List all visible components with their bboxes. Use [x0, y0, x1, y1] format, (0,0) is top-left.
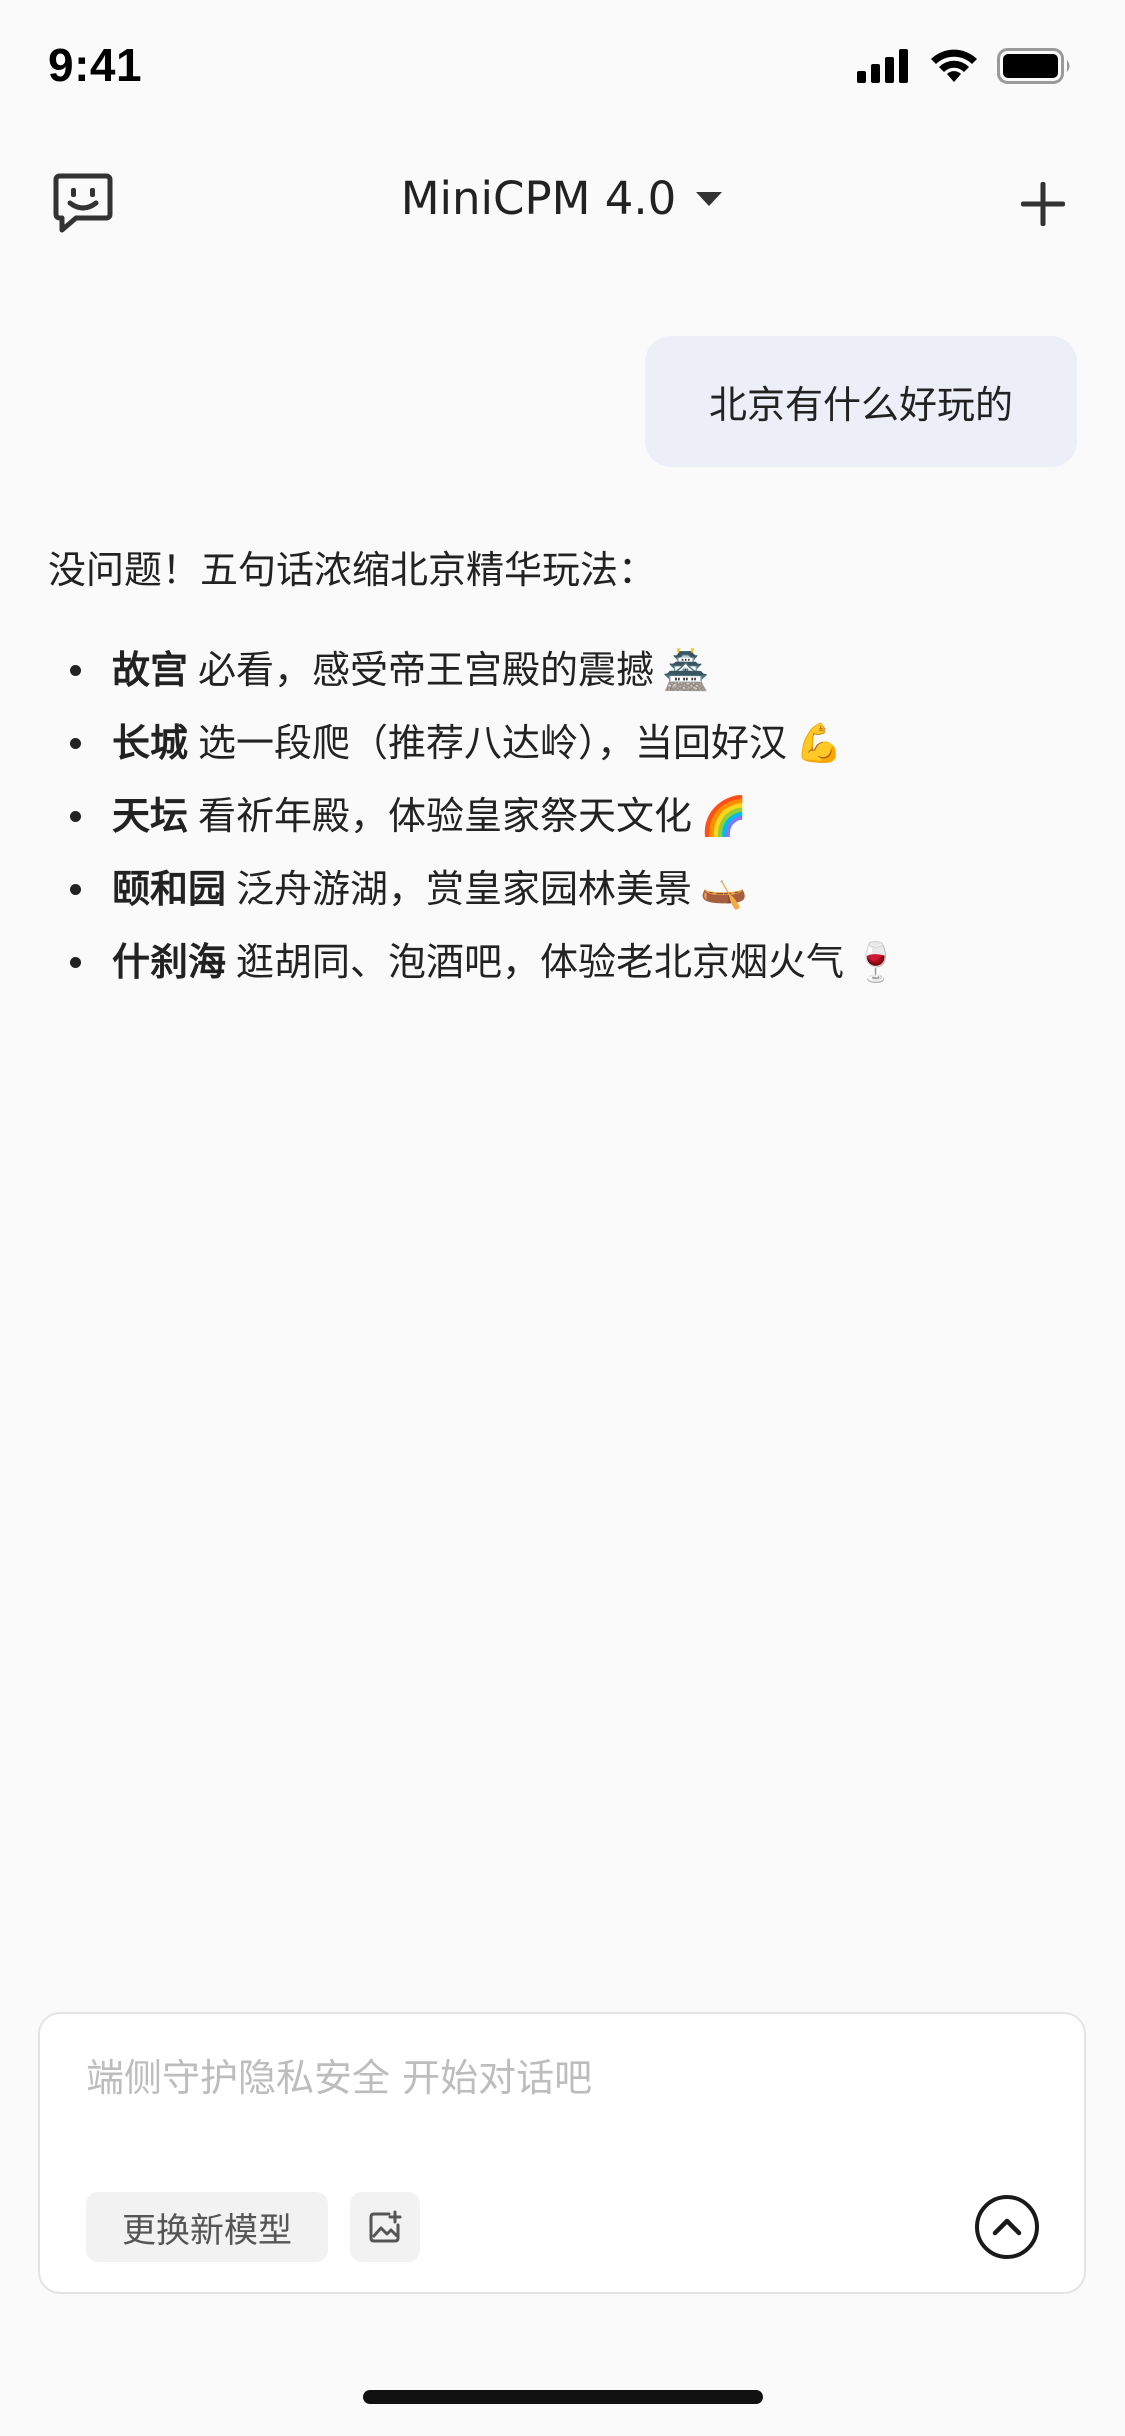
- assistant-intro: 没问题！五句话浓缩北京精华玩法：: [48, 548, 657, 592]
- flexed-biceps-emoji-icon: 💪: [795, 721, 843, 765]
- list-item-text: 必看，感受帝王宫殿的震撼: [198, 648, 655, 692]
- model-selector[interactable]: MiniCPM 4.0: [0, 172, 1125, 225]
- change-model-label: 更换新模型: [122, 2210, 292, 2251]
- image-add-icon: [369, 2210, 402, 2243]
- list-item: 颐和园 泛舟游湖，赏皇家园林美景 🛶: [48, 853, 1078, 926]
- user-message-text: 北京有什么好玩的: [708, 383, 1013, 427]
- list-item: 长城 选一段爬（推荐八达岭），当回好汉 💪: [48, 707, 1078, 780]
- list-item-text: 逛胡同、泡酒吧，体验老北京烟火气: [236, 940, 845, 984]
- palace-emoji-icon: 🏯: [662, 648, 710, 692]
- cellular-signal-icon: [857, 49, 908, 83]
- list-item-text: 选一段爬（推荐八达岭），当回好汉: [198, 721, 788, 765]
- list-item: 天坛 看祈年殿，体验皇家祭天文化 🌈: [48, 780, 1078, 853]
- change-model-button[interactable]: 更换新模型: [86, 2192, 328, 2262]
- list-item: 什刹海 逛胡同、泡酒吧，体验老北京烟火气 🍷: [48, 926, 1078, 999]
- list-item-title: 故宫: [112, 648, 189, 692]
- assistant-list: 故宫 必看，感受帝王宫殿的震撼 🏯 长城 选一段爬（推荐八达岭），当回好汉 💪 天坛 看祈…: [48, 634, 1078, 999]
- home-indicator: [363, 2390, 763, 2404]
- message-composer: 更换新模型: [38, 2012, 1086, 2294]
- list-item-text: 看祈年殿，体验皇家祭天文化: [198, 794, 693, 838]
- status-icons: [857, 48, 1073, 84]
- plus-icon[interactable]: [1017, 178, 1069, 230]
- list-item-title: 什刹海: [112, 940, 227, 984]
- status-time: 9:41: [48, 39, 143, 91]
- list-item-title: 天坛: [112, 794, 189, 838]
- status-bar: 9:41: [0, 0, 1125, 132]
- caret-down-icon: [696, 191, 723, 206]
- battery-icon: [997, 48, 1070, 84]
- wine-glass-emoji-icon: 🍷: [852, 940, 900, 984]
- message-input[interactable]: [86, 2056, 986, 2100]
- list-item-title: 长城: [112, 721, 189, 765]
- user-message-bubble: 北京有什么好玩的: [645, 336, 1077, 467]
- list-item-text: 泛舟游湖，赏皇家园林美景: [236, 867, 693, 911]
- assistant-message: 没问题！五句话浓缩北京精华玩法： 故宫 必看，感受帝王宫殿的震撼 🏯 长城 选一段爬（…: [48, 536, 1078, 999]
- rainbow-emoji-icon: 🌈: [700, 794, 748, 838]
- canoe-emoji-icon: 🛶: [700, 867, 748, 911]
- wifi-icon: [931, 49, 977, 82]
- arrow-up-circle-icon[interactable]: [974, 2194, 1040, 2260]
- header: MiniCPM 4.0: [0, 150, 1125, 260]
- image-upload-button[interactable]: [350, 2192, 420, 2262]
- list-item-title: 颐和园: [112, 867, 227, 911]
- model-title: MiniCPM 4.0: [400, 172, 677, 225]
- list-item: 故宫 必看，感受帝王宫殿的震撼 🏯: [48, 634, 1078, 707]
